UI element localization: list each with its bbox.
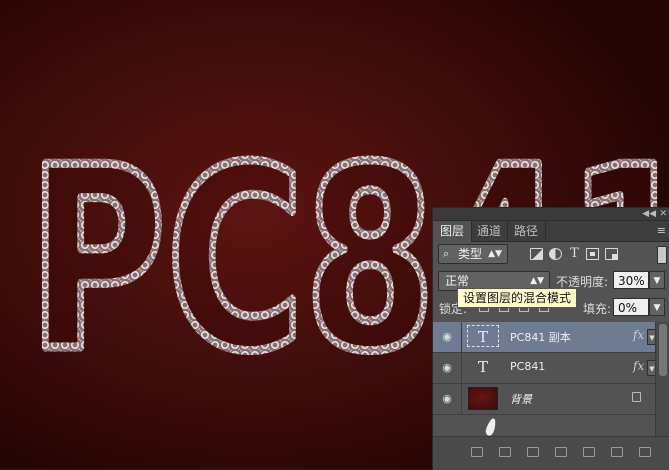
opacity-slider-button[interactable]: ▼	[649, 271, 665, 289]
layer-row[interactable]: ◉ T PC841 副本 fx ▼	[433, 322, 657, 353]
dropdown-arrow-icon: ▲▼	[488, 249, 502, 259]
visibility-eye-icon[interactable]: ◉	[441, 393, 453, 405]
type-layer-filter-icon[interactable]: T	[568, 247, 581, 260]
panel-tabs: 图层 通道 路径 ≡	[433, 221, 669, 242]
fill-input[interactable]: 0%	[613, 298, 649, 316]
shape-layer-filter-icon[interactable]	[586, 248, 599, 260]
text-layer-thumbnail-icon: T	[477, 358, 488, 376]
fill-label: 填充:	[583, 302, 612, 316]
fill-slider-button[interactable]: ▼	[649, 298, 665, 316]
tab-channels[interactable]: 通道	[471, 221, 508, 241]
new-adjustment-layer-icon[interactable]	[555, 447, 567, 457]
close-panel-icon[interactable]: ✕	[659, 208, 667, 220]
visibility-eye-icon[interactable]: ◉	[441, 362, 453, 374]
layer-effects-icon[interactable]: fx	[633, 359, 644, 373]
panel-menu-icon[interactable]: ≡	[657, 224, 666, 237]
search-icon: ⌕	[443, 247, 450, 260]
panel-title-bar[interactable]: ◀◀ ✕	[433, 208, 669, 221]
tab-layers[interactable]: 图层	[433, 221, 472, 242]
new-group-icon[interactable]	[583, 447, 595, 457]
adjustment-layer-filter-icon[interactable]	[549, 248, 562, 260]
delete-layer-icon[interactable]	[639, 447, 651, 457]
layer-name[interactable]: PC841 副本	[510, 329, 571, 345]
visibility-eye-icon[interactable]: ◉	[441, 331, 453, 343]
layer-effects-icon[interactable]: fx	[633, 328, 644, 342]
layers-scrollbar[interactable]	[655, 322, 669, 442]
layer-name[interactable]: 背景	[510, 391, 532, 407]
tab-paths[interactable]: 路径	[507, 221, 546, 241]
layer-list: ◉ T PC841 副本 fx ▼ ◉ T PC841 fx ▼ ◉ 背景	[433, 322, 657, 415]
filter-kind-label: 类型	[458, 247, 483, 261]
filter-toggle-switch[interactable]	[657, 246, 667, 264]
scrollbar-thumb[interactable]	[659, 324, 667, 376]
collapse-panel-icon[interactable]: ◀◀	[642, 208, 656, 220]
layer-row[interactable]: ◉ 背景	[433, 384, 655, 415]
layer-filter-row: ⌕ 类型 ▲▼ T	[433, 241, 669, 267]
layer-row[interactable]: ◉ T PC841 fx ▼	[433, 353, 657, 384]
pixel-layer-filter-icon[interactable]	[530, 248, 543, 260]
add-mask-icon[interactable]	[527, 447, 539, 457]
divider	[461, 353, 462, 383]
smart-object-filter-icon[interactable]	[605, 248, 618, 260]
filter-kind-select[interactable]: ⌕ 类型 ▲▼	[438, 244, 508, 264]
opacity-input[interactable]: 30%	[613, 271, 649, 289]
layer-name[interactable]: PC841	[510, 360, 545, 373]
layers-panel: ◀◀ ✕ 图层 通道 路径 ≡ ⌕ 类型 ▲▼ T 正常 ▲▼ 不透明度: 30…	[432, 207, 669, 470]
text-layer-thumbnail-icon: T	[467, 325, 499, 347]
new-layer-icon[interactable]	[611, 447, 623, 457]
divider	[461, 322, 462, 352]
divider	[461, 384, 462, 414]
layers-bottom-toolbar	[433, 436, 669, 470]
background-layer-thumbnail	[468, 387, 498, 410]
link-layers-icon[interactable]	[471, 447, 483, 457]
blend-mode-tooltip: 设置图层的混合模式	[457, 288, 578, 308]
add-layer-style-icon[interactable]	[499, 447, 511, 457]
lock-icon	[632, 392, 641, 402]
